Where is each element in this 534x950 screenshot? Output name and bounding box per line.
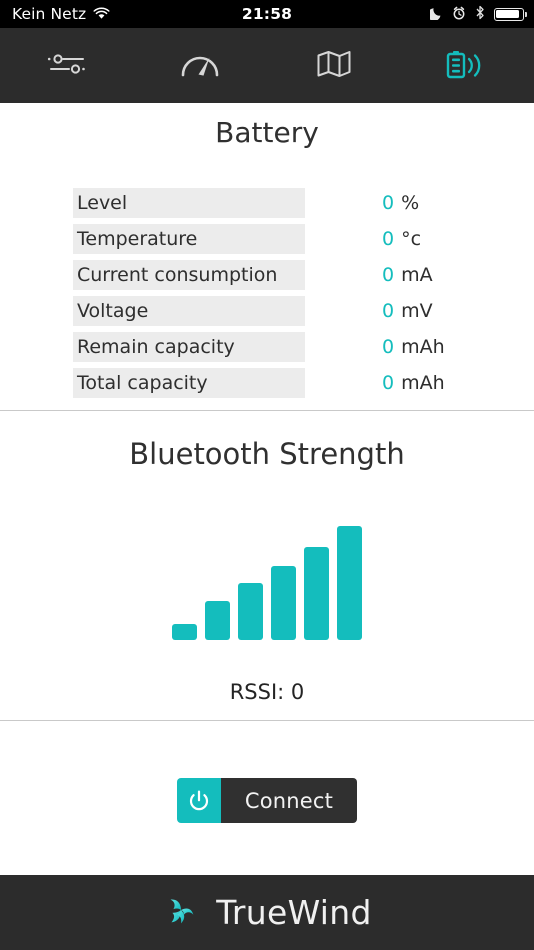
battery-row-number: 0 [382, 372, 395, 394]
bluetooth-icon [475, 5, 485, 24]
battery-row-number: 0 [382, 336, 395, 358]
battery-row-unit: mA [401, 264, 433, 286]
battery-row: Remain capacity 0 mAh [0, 329, 534, 365]
sliders-icon [47, 51, 87, 81]
battery-row: Current consumption 0 mA [0, 257, 534, 293]
battery-fill [496, 9, 520, 19]
signal-bar [304, 547, 329, 640]
battery-signal-icon [445, 48, 489, 84]
battery-row-value: 0 mV [382, 300, 433, 322]
connect-button-label: Connect [221, 778, 357, 823]
section-divider-2 [0, 720, 534, 721]
battery-row-unit: mV [401, 300, 433, 322]
alarm-clock-icon [452, 5, 466, 24]
battery-row: Total capacity 0 mAh [0, 365, 534, 401]
tab-settings[interactable] [0, 28, 134, 103]
battery-row-value: 0 mAh [382, 336, 445, 358]
battery-row: Temperature 0 °c [0, 221, 534, 257]
battery-row-number: 0 [382, 192, 395, 214]
signal-bar [271, 566, 296, 640]
battery-row-value: 0 mAh [382, 372, 445, 394]
bluetooth-section-title: Bluetooth Strength [129, 437, 405, 471]
rssi-label: RSSI: 0 [229, 680, 305, 704]
tab-dashboard[interactable] [134, 28, 268, 103]
footer: TrueWind [0, 875, 534, 950]
battery-section-title: Battery [215, 116, 319, 149]
signal-bar [172, 624, 197, 640]
battery-row-value: 0 mA [382, 264, 433, 286]
battery-icon [494, 7, 527, 21]
battery-row-unit: mAh [401, 336, 445, 358]
section-divider-1 [0, 410, 534, 411]
signal-strength-chart [0, 515, 534, 640]
connect-button[interactable]: Connect [177, 778, 357, 823]
map-icon [317, 50, 351, 82]
battery-row-unit: % [401, 192, 420, 214]
battery-row-value: 0 °c [382, 228, 421, 250]
battery-row-label: Total capacity [73, 368, 305, 398]
battery-row-label: Current consumption [73, 260, 305, 290]
speedometer-icon [179, 49, 221, 83]
battery-row-label: Remain capacity [73, 332, 305, 362]
battery-row-value: 0% [382, 192, 419, 214]
status-bar-right [427, 5, 527, 24]
battery-row: Voltage 0 mV [0, 293, 534, 329]
battery-row-unit: mAh [401, 372, 445, 394]
app-root: Kein Netz 21:58 Battery Level 0 % Temper… [0, 0, 534, 950]
battery-row-label: Temperature [73, 224, 305, 254]
tab-battery[interactable] [401, 28, 534, 103]
battery-row-label: Voltage [73, 296, 305, 326]
brand-label: TrueWind [216, 893, 372, 932]
battery-row-label: Level [73, 188, 305, 218]
signal-bar [337, 526, 362, 640]
signal-bar [205, 601, 230, 640]
battery-rows: Level 0% Temperature 0 °c Current consumption… [0, 185, 534, 401]
tab-bar [0, 28, 534, 103]
battery-row-number: 0 [382, 264, 395, 286]
signal-bar [238, 583, 263, 640]
pinwheel-logo [162, 892, 200, 934]
battery-row-number: 0 [382, 300, 395, 322]
tab-map[interactable] [267, 28, 401, 103]
battery-row-unit: °c [401, 228, 422, 250]
power-icon [177, 778, 221, 823]
status-bar: Kein Netz 21:58 [0, 0, 534, 28]
battery-row-number: 0 [382, 228, 395, 250]
moon-icon [427, 5, 443, 24]
battery-row: Level 0% [0, 185, 534, 221]
